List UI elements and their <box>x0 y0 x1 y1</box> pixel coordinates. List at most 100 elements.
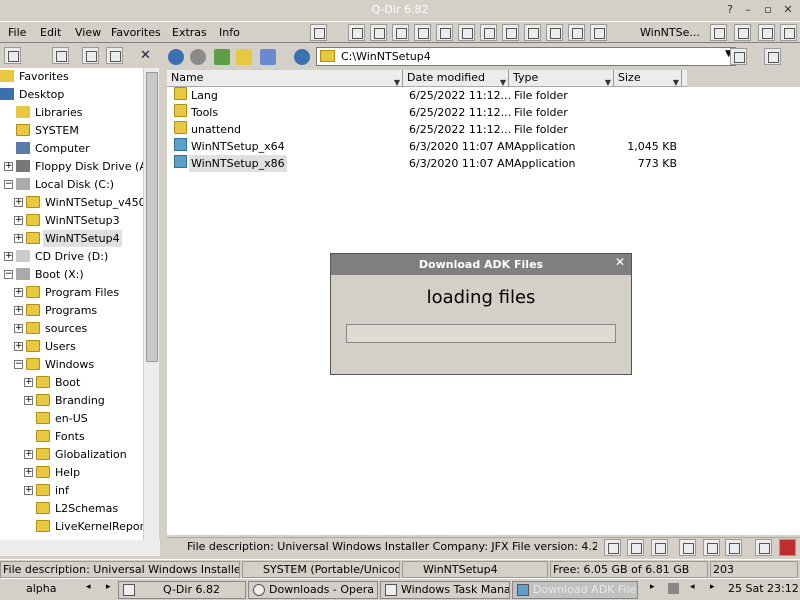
back-icon[interactable] <box>168 49 184 65</box>
expand-icon[interactable]: + <box>14 198 23 207</box>
minimize-button[interactable]: – <box>740 2 756 17</box>
file-row[interactable]: WinNTSetup_x86 6/3/2020 11:07 AM Applicati… <box>167 155 687 172</box>
tree-item[interactable]: + Boot <box>0 374 143 391</box>
edit-icon[interactable] <box>755 539 772 556</box>
dialog-close-button[interactable]: ✕ <box>615 255 625 269</box>
paste-icon[interactable] <box>725 539 742 556</box>
file-row[interactable]: Lang 6/25/2022 11:12... File folder <box>167 87 687 104</box>
menu-file[interactable]: File <box>8 26 26 39</box>
col-name[interactable]: Name ▼ <box>167 70 403 87</box>
cut-icon[interactable] <box>679 539 696 556</box>
zoom-icon[interactable] <box>758 24 775 41</box>
file-row[interactable]: WinNTSetup_x64 6/3/2020 11:07 AM Applicati… <box>167 138 687 155</box>
tree-item[interactable]: L2Schemas <box>0 500 143 517</box>
tree-item[interactable]: Libraries <box>0 104 143 121</box>
expand-icon[interactable]: + <box>24 378 33 387</box>
expand-icon[interactable]: + <box>14 324 23 333</box>
chevron-right-icon[interactable]: ▸ <box>106 582 111 592</box>
refresh-icon[interactable] <box>294 49 310 65</box>
expand-icon[interactable]: + <box>14 234 23 243</box>
tree-item[interactable]: + WinNTSetup4 <box>0 230 143 247</box>
folder-icon[interactable] <box>236 49 252 65</box>
quicklink-label[interactable]: WinNTSe... <box>640 26 700 39</box>
tree-scrollbar[interactable] <box>143 68 159 540</box>
help-button[interactable]: ? <box>722 2 738 17</box>
layout-icon[interactable] <box>392 24 409 41</box>
tree-item[interactable]: + CD Drive (D:) <box>0 248 143 265</box>
folder-icon[interactable] <box>734 24 751 41</box>
red-box-icon[interactable] <box>779 539 796 556</box>
tree-item[interactable]: en-US <box>0 410 143 427</box>
task-qdir[interactable]: Q-Dir 6.82 <box>118 581 246 599</box>
tree-item[interactable]: + Program Files <box>0 284 143 301</box>
expand-icon[interactable]: + <box>24 450 33 459</box>
tree-item[interactable]: + Branding <box>0 392 143 409</box>
task-taskmanager[interactable]: Windows Task Mana... <box>380 581 510 599</box>
tree-item[interactable]: Computer <box>0 140 143 157</box>
col-type[interactable]: Type ▼ <box>509 70 614 87</box>
tree-item[interactable]: + WinNTSetup3 <box>0 212 143 229</box>
collapse-icon[interactable]: − <box>4 270 13 279</box>
layout-icon[interactable] <box>480 24 497 41</box>
tree-item[interactable]: LiveKernelReports <box>0 518 143 535</box>
file-row[interactable]: unattend 6/25/2022 11:12... File folder <box>167 121 687 138</box>
screen-icon[interactable] <box>780 24 797 41</box>
tree-item[interactable]: + Floppy Disk Drive (A:) <box>0 158 143 175</box>
close-button[interactable]: ✕ <box>780 2 796 17</box>
tree-item[interactable]: Desktop <box>0 86 143 103</box>
tree-item[interactable]: + Programs <box>0 302 143 319</box>
menu-edit[interactable]: Edit <box>40 26 61 39</box>
chevron-right-icon[interactable]: ▸ <box>650 582 655 592</box>
delete-icon[interactable] <box>651 539 668 556</box>
collapse-icon[interactable]: − <box>4 180 13 189</box>
expand-icon[interactable]: + <box>24 468 33 477</box>
tree-item[interactable]: − Local Disk (C:) <box>0 176 143 193</box>
forward-icon[interactable] <box>190 49 206 65</box>
layout-icon[interactable] <box>310 24 327 41</box>
up-icon[interactable] <box>214 49 230 65</box>
tree-item[interactable]: − Windows <box>0 356 143 373</box>
preview-icon[interactable] <box>764 48 781 65</box>
layout-icon[interactable] <box>502 24 519 41</box>
chevron-right-icon[interactable]: ▸ <box>710 582 715 592</box>
tree-item[interactable]: + inf <box>0 482 143 499</box>
tree-item[interactable]: Favorites <box>0 68 143 85</box>
view-icon[interactable] <box>260 49 276 65</box>
tree-item[interactable]: + WinNTSetup_v450 <box>0 194 143 211</box>
tree-item[interactable]: − Boot (X:) <box>0 266 143 283</box>
expand-icon[interactable]: + <box>24 486 33 495</box>
copy-icon[interactable] <box>82 47 99 64</box>
expand-icon[interactable]: + <box>14 342 23 351</box>
grid-icon[interactable] <box>52 47 69 64</box>
copy-icon[interactable] <box>703 539 720 556</box>
file-row[interactable]: Tools 6/25/2022 11:12... File folder <box>167 104 687 121</box>
expand-icon[interactable]: + <box>24 396 33 405</box>
tree-item[interactable]: + Globalization <box>0 446 143 463</box>
layout-icon[interactable] <box>524 24 541 41</box>
collapse-icon[interactable]: − <box>14 360 23 369</box>
maximize-button[interactable]: ▫ <box>760 2 776 17</box>
lightning-icon[interactable] <box>604 539 621 556</box>
layout-icon[interactable] <box>436 24 453 41</box>
menu-extras[interactable]: Extras <box>172 26 207 39</box>
tree-item[interactable]: Fonts <box>0 428 143 445</box>
menu-view[interactable]: View <box>75 26 101 39</box>
expand-icon[interactable]: + <box>14 288 23 297</box>
task-download-adk[interactable]: Download ADK Files <box>512 581 638 599</box>
col-size[interactable]: Size ▼ <box>614 70 682 87</box>
menu-info[interactable]: Info <box>219 26 240 39</box>
layout-icon[interactable] <box>546 24 563 41</box>
start-label[interactable]: alpha <box>26 582 57 595</box>
tree-item[interactable]: + sources <box>0 320 143 337</box>
expand-icon[interactable]: + <box>14 306 23 315</box>
col-date[interactable]: Date modified ▼ <box>403 70 509 87</box>
tree-item[interactable]: SYSTEM <box>0 122 143 139</box>
layout-icon[interactable] <box>568 24 585 41</box>
chevron-left-icon[interactable]: ◂ <box>86 582 91 592</box>
menu-favorites[interactable]: Favorites <box>111 26 161 39</box>
expand-icon[interactable]: + <box>14 216 23 225</box>
address-bar[interactable]: C:\WinNTSetup4 ▼ <box>316 47 736 66</box>
stop-icon[interactable] <box>668 583 679 594</box>
layout-icon[interactable] <box>348 24 365 41</box>
tree-item[interactable]: + Users <box>0 338 143 355</box>
